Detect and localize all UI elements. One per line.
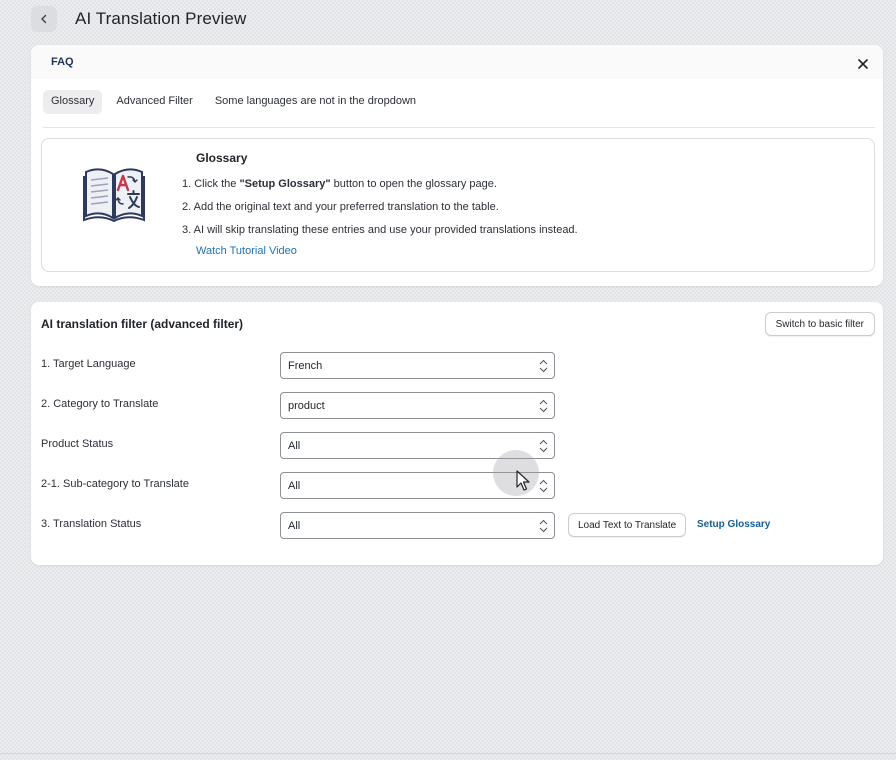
switch-to-basic-filter-button[interactable]: Switch to basic filter	[764, 312, 875, 336]
select-chevron-icon	[539, 399, 548, 413]
glossary-steps: 1. Click the "Setup Glossary" button to …	[182, 176, 578, 245]
page-title: AI Translation Preview	[75, 9, 247, 28]
translation-status-label: 3. Translation Status	[41, 518, 142, 530]
load-text-to-translate-button[interactable]: Load Text to Translate	[568, 513, 687, 537]
select-chevron-icon	[539, 479, 548, 493]
category-select[interactable]: product	[280, 392, 555, 419]
glossary-step-2: 2. Add the original text and your prefer…	[182, 201, 499, 213]
product-status-value: All	[288, 439, 301, 452]
target-language-select[interactable]: French	[280, 352, 555, 379]
faq-title: FAQ	[51, 56, 74, 68]
top-bar: AI Translation Preview	[0, 0, 896, 40]
translation-status-select[interactable]: All	[280, 512, 555, 539]
select-chevron-icon	[539, 439, 548, 453]
sub-category-label: 2-1. Sub-category to Translate	[41, 478, 189, 490]
chevron-left-icon	[41, 14, 47, 24]
glossary-book-icon	[83, 168, 145, 222]
back-button[interactable]	[31, 6, 57, 32]
glossary-step-3: 3. AI will skip translating these entrie…	[182, 224, 578, 236]
glossary-title: Glossary	[196, 151, 248, 165]
bottom-divider	[0, 753, 896, 754]
watch-tutorial-link[interactable]: Watch Tutorial Video	[196, 245, 297, 257]
filter-title: AI translation filter (advanced filter)	[41, 317, 244, 331]
faq-header: FAQ	[31, 45, 883, 79]
target-language-label: 1. Target Language	[41, 358, 136, 370]
product-status-label: Product Status	[41, 438, 114, 450]
step-1-suffix: button to open the glossary page.	[330, 178, 497, 190]
ai-translation-filter-panel: AI translation filter (advanced filter) …	[31, 302, 883, 565]
setup-glossary-link[interactable]: Setup Glossary	[697, 519, 770, 530]
category-value: product	[288, 399, 325, 412]
step-1-prefix: 1. Click the	[182, 178, 240, 190]
select-chevron-icon	[539, 519, 548, 533]
select-chevron-icon	[539, 359, 548, 373]
faq-panel: FAQ Glossary Advanced Filter Some langua…	[31, 45, 883, 286]
translation-status-value: All	[288, 519, 301, 532]
target-language-value: French	[288, 359, 323, 372]
faq-tabs: Glossary Advanced Filter Some languages …	[43, 90, 424, 114]
tab-advanced-filter[interactable]: Advanced Filter	[108, 90, 200, 114]
step-1-bold: "Setup Glossary"	[239, 178, 331, 190]
close-icon	[858, 59, 868, 69]
tab-glossary[interactable]: Glossary	[43, 90, 103, 114]
category-label: 2. Category to Translate	[41, 398, 159, 410]
tabs-divider	[43, 127, 875, 128]
close-faq-button[interactable]	[857, 57, 869, 69]
tab-languages-missing[interactable]: Some languages are not in the dropdown	[207, 90, 424, 114]
glossary-panel: Glossary 1. Click the "Setup Glossary" b…	[41, 138, 875, 272]
sub-category-value: All	[288, 479, 301, 492]
glossary-step-1: 1. Click the "Setup Glossary" button to …	[182, 176, 578, 199]
cursor-pointer-icon	[516, 470, 530, 491]
